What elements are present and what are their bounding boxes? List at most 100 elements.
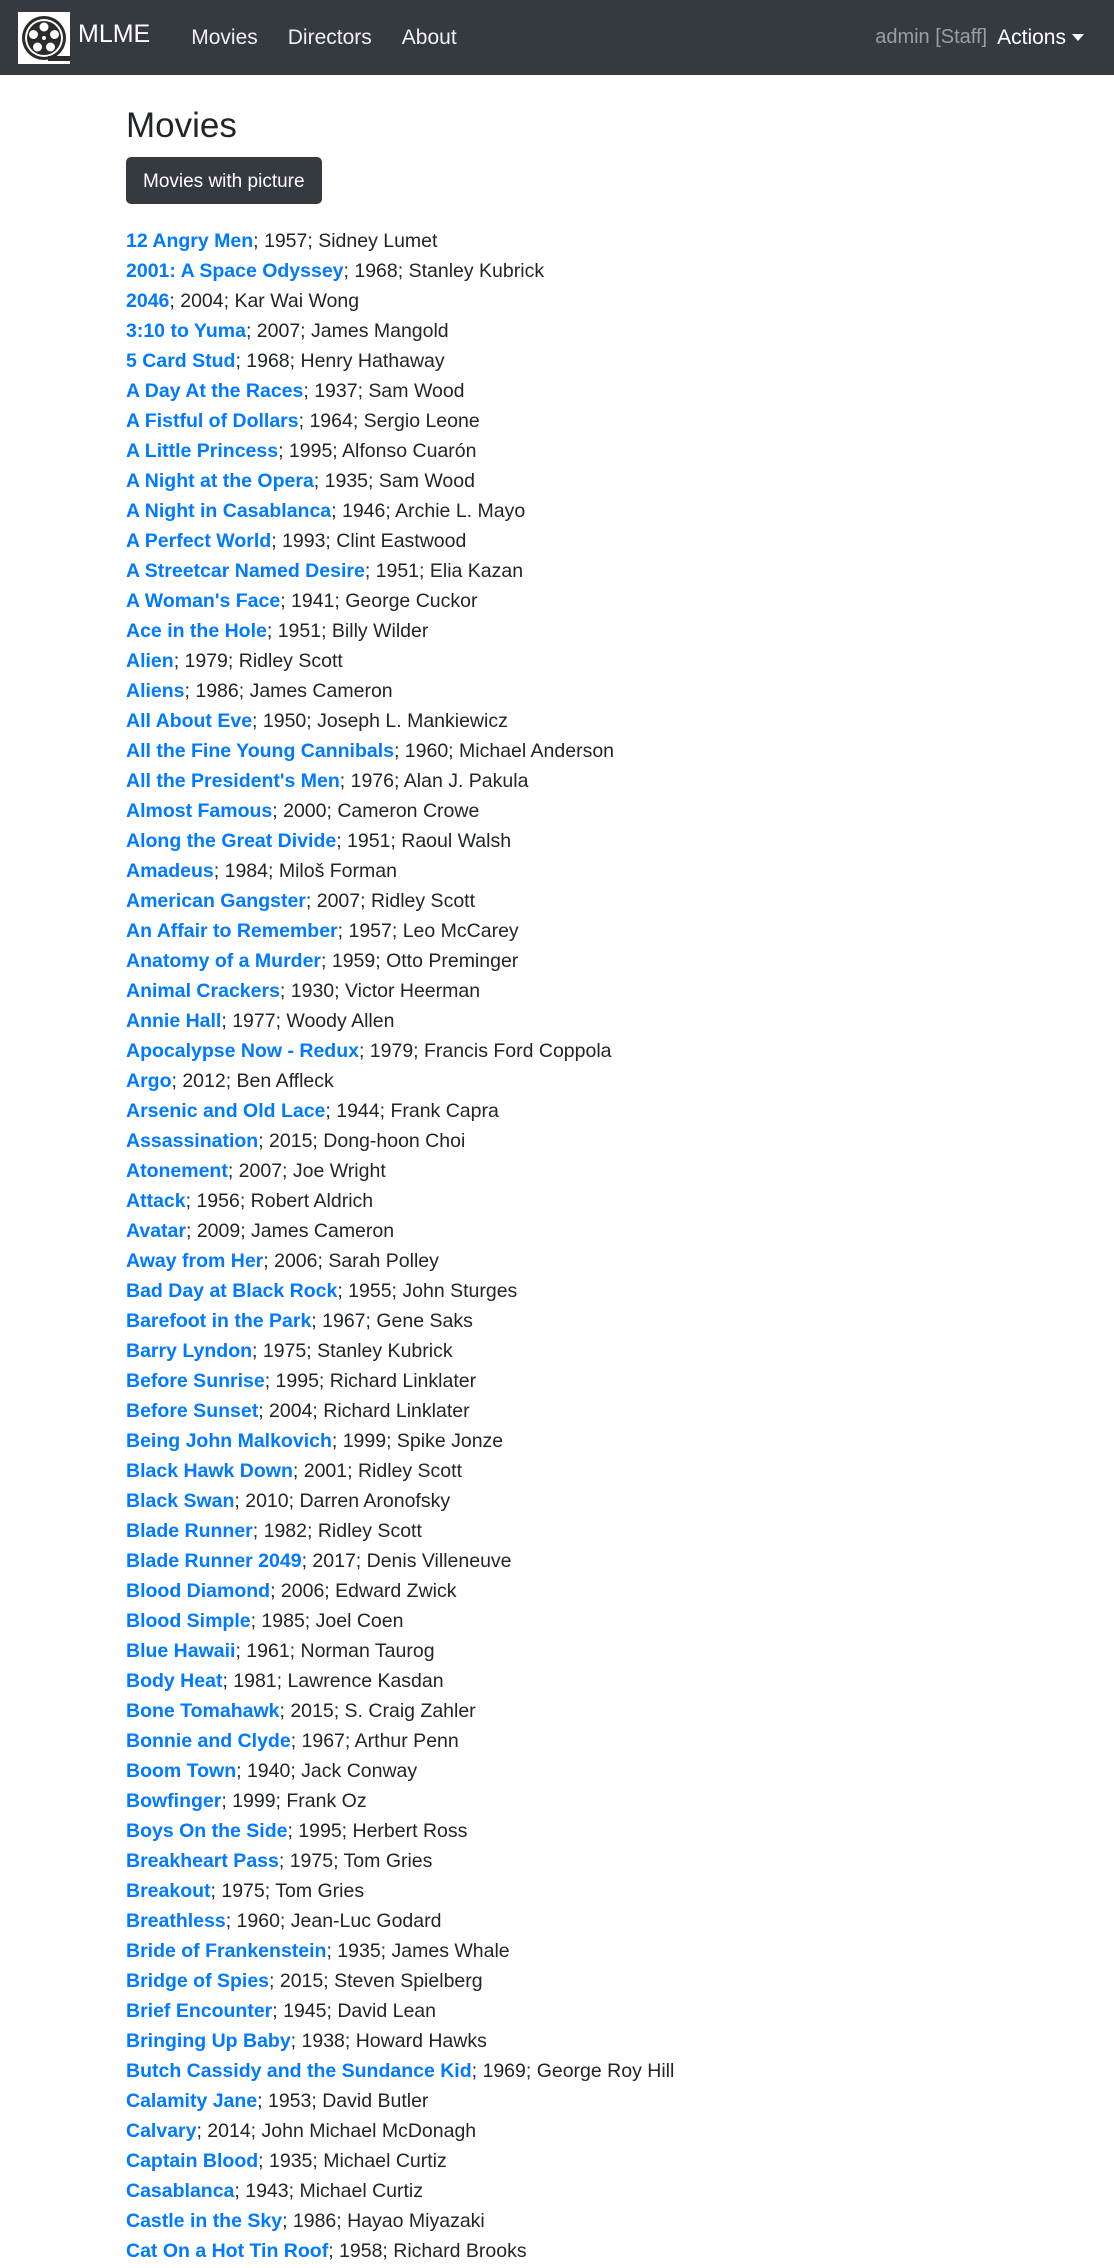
movie-title-link[interactable]: Barry Lyndon: [126, 1340, 252, 1362]
movie-details: ; 1999; Spike Jonze: [331, 1430, 504, 1452]
movie-details: ; 1979; Francis Ford Coppola: [358, 1040, 612, 1062]
movie-title-link[interactable]: A Perfect World: [126, 530, 271, 552]
movie-title-link[interactable]: A Night in Casablanca: [126, 500, 331, 522]
movie-title-link[interactable]: Breakout: [126, 1880, 211, 1902]
nav-movies-link[interactable]: Movies: [191, 26, 258, 50]
movie-title-link[interactable]: Butch Cassidy and the Sundance Kid: [126, 2060, 472, 2082]
movie-title-link[interactable]: 3:10 to Yuma: [126, 320, 246, 342]
movie-details: ; 1944; Frank Capra: [325, 1100, 499, 1122]
movie-title-link[interactable]: Barefoot in the Park: [126, 1310, 311, 1332]
movie-details: ; 1958; Richard Brooks: [328, 2240, 527, 2262]
movie-title-link[interactable]: Being John Malkovich: [126, 1430, 332, 1452]
movie-details: ; 1943; Michael Curtiz: [234, 2180, 423, 2202]
movie-title-link[interactable]: Captain Blood: [126, 2150, 258, 2172]
movie-title-link[interactable]: Black Hawk Down: [126, 1460, 293, 1482]
movie-title-link[interactable]: Away from Her: [126, 1250, 263, 1272]
movie-title-link[interactable]: All the President's Men: [126, 770, 340, 792]
movie-title-link[interactable]: Casablanca: [126, 2180, 234, 2202]
movie-details: ; 1937; Sam Wood: [303, 380, 465, 402]
movie-title-link[interactable]: Animal Crackers: [126, 980, 280, 1002]
movie-title-link[interactable]: Calamity Jane: [126, 2090, 257, 2112]
movie-title-link[interactable]: 12 Angry Men: [126, 230, 253, 252]
movie-details: ; 1950; Joseph L. Mankiewicz: [252, 710, 508, 732]
movie-title-link[interactable]: Brief Encounter: [126, 2000, 272, 2022]
movie-list-item: Breakout; 1975; Tom Gries: [126, 1876, 986, 1906]
movie-details: ; 1956; Robert Aldrich: [185, 1190, 374, 1212]
movie-details: ; 2004; Richard Linklater: [258, 1400, 470, 1422]
movie-title-link[interactable]: A Woman's Face: [126, 590, 280, 612]
movie-title-link[interactable]: 2046: [126, 290, 169, 312]
movie-details: ; 2009; James Cameron: [185, 1220, 395, 1242]
movie-title-link[interactable]: A Day At the Races: [126, 380, 303, 402]
actions-dropdown-toggle[interactable]: Actions: [997, 26, 1084, 50]
movie-title-link[interactable]: Bride of Frankenstein: [126, 1940, 326, 1962]
movie-details: ; 1961; Norman Taurog: [235, 1640, 435, 1662]
movie-title-link[interactable]: Boom Town: [126, 1760, 236, 1782]
movie-title-link[interactable]: Attack: [126, 1190, 186, 1212]
movie-list-item: Atonement; 2007; Joe Wright: [126, 1156, 986, 1186]
movie-title-link[interactable]: A Streetcar Named Desire: [126, 560, 365, 582]
movie-title-link[interactable]: Apocalypse Now - Redux: [126, 1040, 359, 1062]
movie-title-link[interactable]: Boys On the Side: [126, 1820, 287, 1842]
movie-title-link[interactable]: Blade Runner 2049: [126, 1550, 302, 1572]
movie-list-item: Alien; 1979; Ridley Scott: [126, 646, 986, 676]
movie-title-link[interactable]: Bowfinger: [126, 1790, 221, 1812]
movie-title-link[interactable]: Arsenic and Old Lace: [126, 1100, 325, 1122]
movie-list-item: Calvary; 2014; John Michael McDonagh: [126, 2116, 986, 2146]
movie-title-link[interactable]: Cat On a Hot Tin Roof: [126, 2240, 328, 2262]
movies-with-picture-button[interactable]: Movies with picture: [126, 157, 322, 204]
nav-directors-link[interactable]: Directors: [288, 26, 372, 50]
movie-title-link[interactable]: Castle in the Sky: [126, 2210, 282, 2232]
movie-title-link[interactable]: A Little Princess: [126, 440, 278, 462]
movie-title-link[interactable]: Before Sunset: [126, 1400, 258, 1422]
movie-list-item: Almost Famous; 2000; Cameron Crowe: [126, 796, 986, 826]
movie-details: ; 2007; Joe Wright: [227, 1160, 386, 1182]
movie-title-link[interactable]: 2001: A Space Odyssey: [126, 260, 344, 282]
movie-title-link[interactable]: An Affair to Remember: [126, 920, 338, 942]
movie-title-link[interactable]: Annie Hall: [126, 1010, 221, 1032]
movie-details: ; 1984; Miloš Forman: [213, 860, 397, 882]
movie-title-link[interactable]: Before Sunrise: [126, 1370, 265, 1392]
movie-title-link[interactable]: Ace in the Hole: [126, 620, 267, 642]
movie-title-link[interactable]: A Night at the Opera: [126, 470, 314, 492]
movie-title-link[interactable]: Almost Famous: [126, 800, 272, 822]
movie-title-link[interactable]: Calvary: [126, 2120, 196, 2142]
movie-title-link[interactable]: Breakheart Pass: [126, 1850, 279, 1872]
movie-title-link[interactable]: Avatar: [126, 1220, 186, 1242]
movie-title-link[interactable]: Blue Hawaii: [126, 1640, 235, 1662]
movie-title-link[interactable]: Aliens: [126, 680, 185, 702]
brand-link[interactable]: MLME: [18, 11, 150, 64]
movie-title-link[interactable]: Bringing Up Baby: [126, 2030, 291, 2052]
movie-list-item: All About Eve; 1950; Joseph L. Mankiewic…: [126, 706, 986, 736]
movie-title-link[interactable]: Bone Tomahawk: [126, 1700, 280, 1722]
movie-title-link[interactable]: Assassination: [126, 1130, 258, 1152]
movie-details: ; 1979; Ridley Scott: [173, 650, 343, 672]
movie-title-link[interactable]: Bonnie and Clyde: [126, 1730, 291, 1752]
movie-title-link[interactable]: Argo: [126, 1070, 172, 1092]
movie-title-link[interactable]: Alien: [126, 650, 174, 672]
movie-title-link[interactable]: American Gangster: [126, 890, 306, 912]
movie-title-link[interactable]: Along the Great Divide: [126, 830, 336, 852]
movie-title-link[interactable]: Blood Simple: [126, 1610, 251, 1632]
movie-title-link[interactable]: A Fistful of Dollars: [126, 410, 299, 432]
nav-about-link[interactable]: About: [402, 26, 457, 50]
movie-title-link[interactable]: Amadeus: [126, 860, 214, 882]
movie-list-item: Barefoot in the Park; 1967; Gene Saks: [126, 1306, 986, 1336]
movie-list-item: A Fistful of Dollars; 1964; Sergio Leone: [126, 406, 986, 436]
movie-title-link[interactable]: Blood Diamond: [126, 1580, 270, 1602]
movie-list-item: 3:10 to Yuma; 2007; James Mangold: [126, 316, 986, 346]
movie-title-link[interactable]: 5 Card Stud: [126, 350, 235, 372]
movie-title-link[interactable]: Anatomy of a Murder: [126, 950, 321, 972]
movie-title-link[interactable]: Body Heat: [126, 1670, 222, 1692]
movie-title-link[interactable]: Black Swan: [126, 1490, 234, 1512]
movie-title-link[interactable]: All the Fine Young Cannibals: [126, 740, 394, 762]
movie-title-link[interactable]: Breathless: [126, 1910, 226, 1932]
movie-title-link[interactable]: Bad Day at Black Rock: [126, 1280, 337, 1302]
movie-title-link[interactable]: Blade Runner: [126, 1520, 253, 1542]
movie-title-link[interactable]: Bridge of Spies: [126, 1970, 269, 1992]
movie-title-link[interactable]: Atonement: [126, 1160, 228, 1182]
movie-list-item: Avatar; 2009; James Cameron: [126, 1216, 986, 1246]
movie-list-item: Arsenic and Old Lace; 1944; Frank Capra: [126, 1096, 986, 1126]
movie-title-link[interactable]: All About Eve: [126, 710, 252, 732]
movie-list-item: 12 Angry Men; 1957; Sidney Lumet: [126, 226, 986, 256]
